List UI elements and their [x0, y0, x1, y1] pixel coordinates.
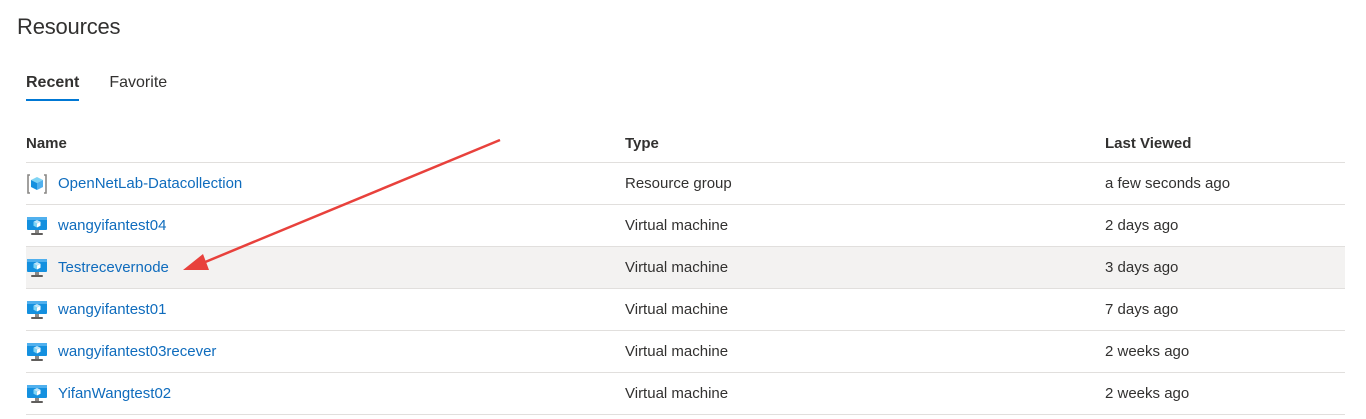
resource-type: Virtual machine — [625, 217, 729, 234]
virtual-machine-icon — [26, 299, 48, 321]
table-row: wangyifantest01 Virtual machine 7 days a… — [26, 289, 1345, 331]
resource-last-viewed: 2 days ago — [1105, 217, 1179, 234]
resource-link[interactable]: OpenNetLab-Datacollection — [58, 175, 242, 192]
column-header-last-viewed[interactable]: Last Viewed — [1105, 135, 1345, 152]
virtual-machine-icon — [26, 383, 48, 405]
tab-favorite[interactable]: Favorite — [109, 74, 167, 101]
resource-group-icon — [26, 173, 48, 195]
resource-last-viewed: 2 weeks ago — [1105, 343, 1190, 360]
resource-link[interactable]: YifanWangtest02 — [58, 385, 171, 402]
virtual-machine-icon — [26, 215, 48, 237]
tab-bar: Recent Favorite — [26, 74, 167, 101]
resource-last-viewed: 7 days ago — [1105, 301, 1179, 318]
column-header-name[interactable]: Name — [26, 135, 625, 152]
resource-last-viewed: 3 days ago — [1105, 259, 1179, 276]
resource-link[interactable]: wangyifantest01 — [58, 301, 166, 318]
resource-last-viewed: 2 weeks ago — [1105, 385, 1190, 402]
virtual-machine-icon — [26, 341, 48, 363]
resource-type: Virtual machine — [625, 385, 729, 402]
resource-type: Virtual machine — [625, 343, 729, 360]
virtual-machine-icon — [26, 257, 48, 279]
resource-link[interactable]: Testrecevernode — [58, 259, 169, 276]
page-title: Resources — [17, 14, 121, 39]
resource-link[interactable]: wangyifantest04 — [58, 217, 166, 234]
resource-link[interactable]: wangyifantest03recever — [58, 343, 216, 360]
table-header-row: Name Type Last Viewed — [26, 124, 1345, 163]
table-row: OpenNetLab-Datacollection Resource group… — [26, 163, 1345, 205]
resource-type: Virtual machine — [625, 259, 729, 276]
column-header-type[interactable]: Type — [625, 135, 1105, 152]
table-row: wangyifantest04 Virtual machine 2 days a… — [26, 205, 1345, 247]
tab-recent[interactable]: Recent — [26, 74, 80, 101]
table-row: Testrecevernode Virtual machine 3 days a… — [26, 247, 1345, 289]
resource-type: Virtual machine — [625, 301, 729, 318]
table-row: wangyifantest03recever Virtual machine 2… — [26, 331, 1345, 373]
table-row: YifanWangtest02 Virtual machine 2 weeks … — [26, 373, 1345, 415]
resources-table: Name Type Last Viewed OpenNetLab-Datacol… — [26, 124, 1345, 415]
resource-last-viewed: a few seconds ago — [1105, 175, 1231, 192]
resource-type: Resource group — [625, 175, 732, 192]
